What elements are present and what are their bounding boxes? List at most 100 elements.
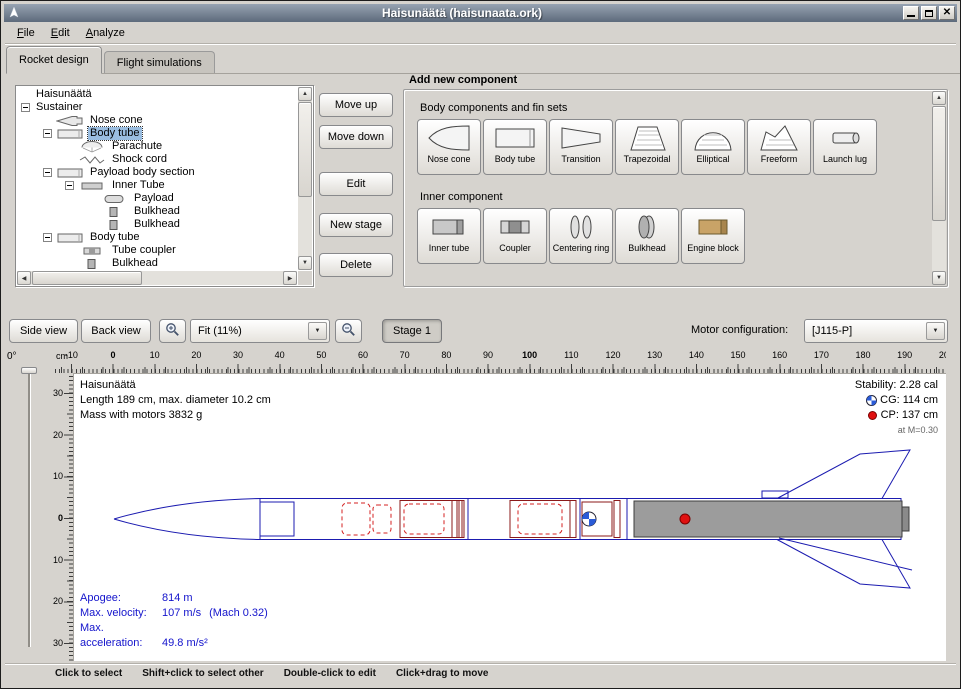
scroll-down-icon[interactable]: ▼ — [932, 271, 946, 285]
scroll-up-icon[interactable]: ▲ — [298, 87, 312, 101]
tree-item-bulkhead[interactable]: Bulkhead — [17, 257, 297, 270]
scrollbar-thumb[interactable] — [32, 271, 142, 285]
delete-button[interactable]: Delete — [319, 253, 393, 277]
stat-label: Max. acceleration: — [80, 621, 162, 651]
rocket-canvas[interactable]: Haisunäätä Length 189 cm, max. diameter … — [73, 373, 946, 661]
tree-vertical-scrollbar[interactable]: ▲ ▼ — [298, 87, 312, 270]
tree-item-sustainer[interactable]: Sustainer — [17, 101, 297, 114]
add-engine-block-button[interactable]: Engine block — [681, 208, 745, 264]
app-icon[interactable] — [6, 6, 21, 21]
minimize-button[interactable] — [903, 6, 919, 20]
stat-label: Max. velocity: — [80, 606, 162, 621]
add-elliptical-button[interactable]: Elliptical — [681, 119, 745, 175]
tree-item-parachute[interactable]: Parachute — [17, 140, 297, 153]
tree-item-bulkhead[interactable]: Bulkhead — [17, 205, 297, 218]
add-coupler-button[interactable]: Coupler — [483, 208, 547, 264]
bodytube-icon — [56, 128, 86, 140]
scroll-left-icon[interactable]: ◀ — [17, 271, 31, 285]
motor[interactable] — [634, 501, 902, 537]
parachute-icon — [78, 141, 108, 153]
add-body-tube-button[interactable]: Body tube — [483, 119, 547, 175]
edit-button[interactable]: Edit — [319, 172, 393, 196]
nosecone-icon — [427, 123, 471, 153]
tree-item-bulkhead[interactable]: Bulkhead — [17, 218, 297, 231]
tree-item-body-tube[interactable]: Body tube — [17, 127, 297, 140]
bulkhead-icon — [100, 219, 130, 231]
maximize-button[interactable] — [921, 6, 937, 20]
add-transition-button[interactable]: Transition — [549, 119, 613, 175]
collapse-icon[interactable] — [21, 103, 34, 112]
zoom-out-button[interactable] — [335, 319, 362, 343]
innertube-icon — [78, 180, 108, 192]
stability-row: Stability: 2.28 cal — [855, 378, 938, 393]
menu-file[interactable]: File — [9, 24, 43, 42]
ruler-label: 140 — [689, 350, 704, 360]
elliptical-icon — [691, 123, 735, 153]
stage-1-toggle[interactable]: Stage 1 — [382, 319, 442, 343]
tab-flight-simulations[interactable]: Flight simulations — [104, 51, 215, 73]
add-freeform-button[interactable]: Freeform — [747, 119, 811, 175]
bodytube-icon — [56, 167, 86, 179]
ruler-label: -10 — [53, 471, 63, 481]
back-view-button[interactable]: Back view — [81, 319, 151, 343]
collapse-icon[interactable] — [43, 168, 56, 177]
tree-item-label: Parachute — [110, 140, 164, 153]
parachute-outline — [342, 503, 370, 535]
rotation-slider[interactable] — [24, 365, 34, 651]
scrollbar-thumb[interactable] — [932, 106, 946, 221]
collapse-icon[interactable] — [43, 129, 56, 138]
nosecone-icon — [56, 115, 86, 127]
tree-item-nose-cone[interactable]: Nose cone — [17, 114, 297, 127]
ruler-label: 40 — [275, 350, 285, 360]
menu-analyze[interactable]: Analyze — [78, 24, 133, 42]
cp-row: CP: 137 cm — [855, 408, 938, 423]
scrollbar-thumb[interactable] — [298, 102, 312, 197]
add-nose-cone-button[interactable]: Nose cone — [417, 119, 481, 175]
move-down-button[interactable]: Move down — [319, 125, 393, 149]
close-button[interactable]: ✕ — [939, 6, 955, 20]
collapse-icon[interactable] — [43, 233, 56, 242]
tab-rocket-design[interactable]: Rocket design — [6, 46, 102, 74]
add-centering-ring-button[interactable]: Centering ring — [549, 208, 613, 264]
scroll-right-icon[interactable]: ▶ — [283, 271, 297, 285]
shockcord-icon — [78, 154, 108, 166]
nose-shoulder — [260, 502, 294, 536]
group-label-body-components-and-fin-sets: Body components and fin sets — [420, 102, 947, 114]
tree-item-tube-coupler[interactable]: Tube coupler — [17, 244, 297, 257]
component-button-row: Inner tubeCouplerCentering ringBulkheadE… — [417, 208, 947, 264]
side-view-button[interactable]: Side view — [9, 319, 78, 343]
scroll-up-icon[interactable]: ▲ — [932, 91, 946, 105]
cp-icon — [867, 410, 878, 421]
component-button-label: Freeform — [748, 155, 810, 164]
rotation-slider-handle[interactable] — [21, 367, 37, 374]
add-launch-lug-button[interactable]: Launch lug — [813, 119, 877, 175]
menu-edit[interactable]: Edit — [43, 24, 78, 42]
zoom-select[interactable]: Fit (11%) ▼ — [190, 319, 330, 343]
add-panel-scrollbar[interactable]: ▲ ▼ — [932, 91, 946, 285]
bulkhead-outline — [452, 501, 457, 538]
tree-item-shock-cord[interactable]: Shock cord — [17, 153, 297, 166]
add-inner-tube-button[interactable]: Inner tube — [417, 208, 481, 264]
tree-item-body-tube[interactable]: Body tube — [17, 231, 297, 244]
new-stage-button[interactable]: New stage — [319, 213, 393, 237]
tree-item-inner-tube[interactable]: Inner Tube — [17, 179, 297, 192]
rocket-dimensions: Length 189 cm, max. diameter 10.2 cm — [80, 393, 271, 408]
move-up-button[interactable]: Move up — [319, 93, 393, 117]
tree-horizontal-scrollbar[interactable]: ◀ ▶ — [17, 271, 297, 285]
stat-label: Apogee: — [80, 591, 162, 606]
add-bulkhead-button[interactable]: Bulkhead — [615, 208, 679, 264]
tree-item-haisun-t[interactable]: Haisunäätä — [17, 88, 297, 101]
motor-configuration-select[interactable]: [J115-P] ▼ — [804, 319, 948, 343]
scrollbar-corner — [298, 271, 312, 285]
component-button-label: Bulkhead — [616, 244, 678, 253]
ruler-label: 130 — [647, 350, 662, 360]
scroll-down-icon[interactable]: ▼ — [298, 256, 312, 270]
zoom-in-button[interactable] — [159, 319, 186, 343]
coupler-icon — [78, 245, 108, 257]
hint-double-click-to-edit: Double-click to edit — [284, 668, 376, 679]
add-trapezoidal-button[interactable]: Trapezoidal — [615, 119, 679, 175]
tree-item-payload-body-section[interactable]: Payload body section — [17, 166, 297, 179]
collapse-icon[interactable] — [65, 181, 78, 190]
tree-item-payload[interactable]: Payload — [17, 192, 297, 205]
app-window: Haisunäätä (haisunaata.ork) ✕ FileEditAn… — [0, 0, 961, 689]
